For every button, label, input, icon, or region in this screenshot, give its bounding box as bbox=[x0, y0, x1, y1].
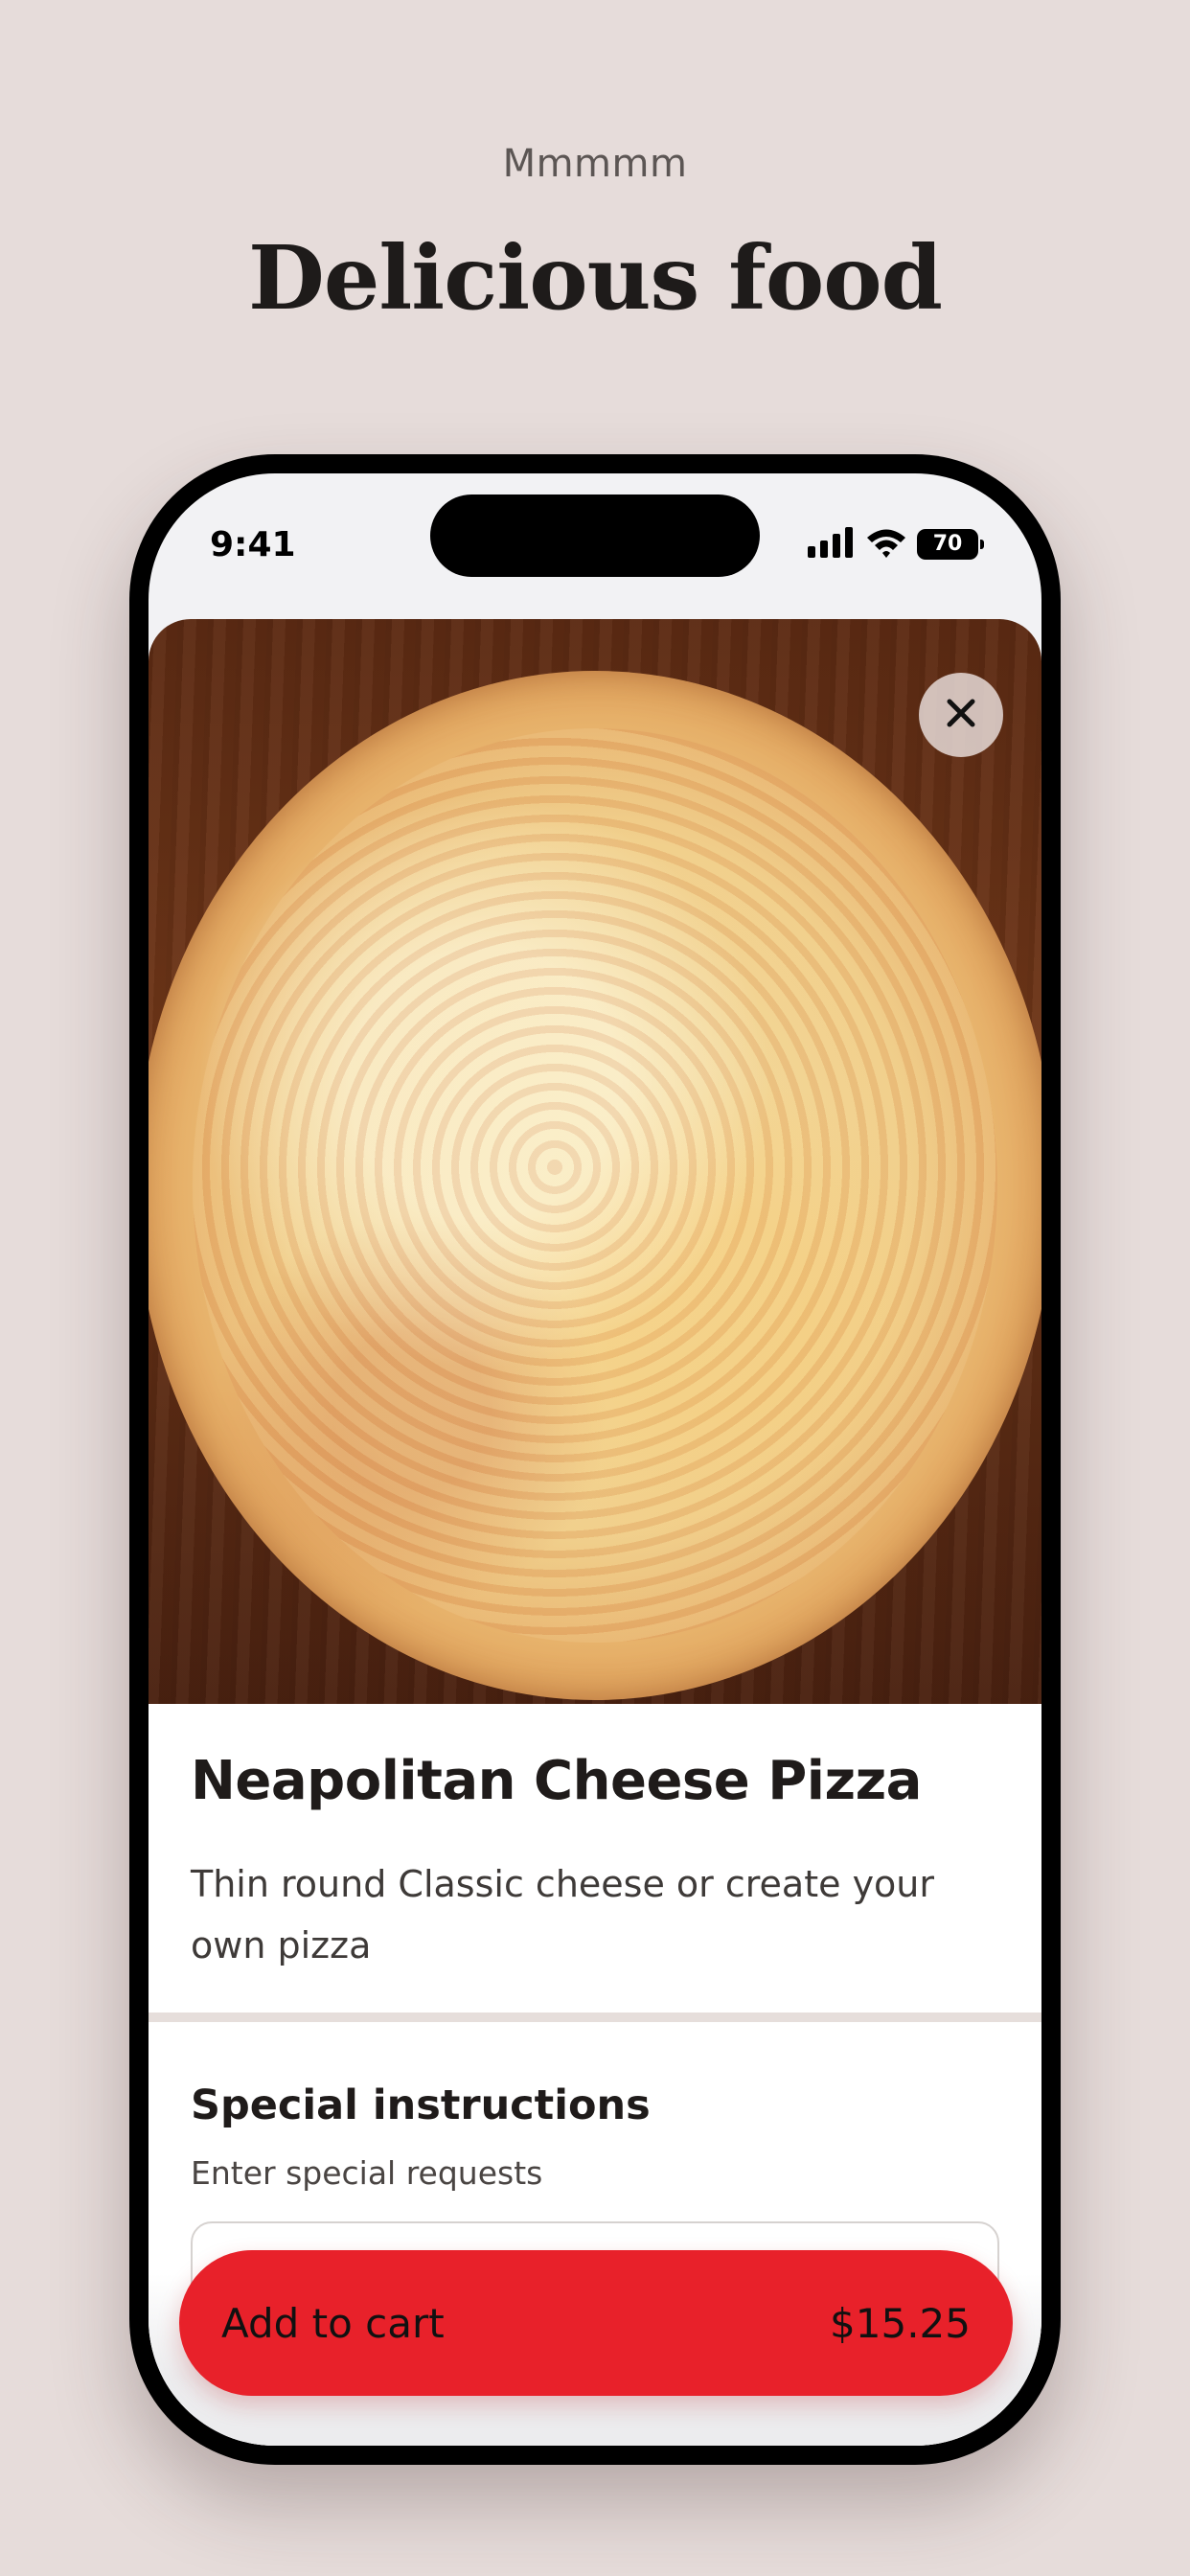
phone-frame: 9:41 70 Neapolitan Cheese Pizza Thin rou… bbox=[129, 454, 1061, 2465]
pizza-photo bbox=[149, 671, 1041, 1700]
status-time: 9:41 bbox=[210, 525, 296, 564]
phone-screen: 9:41 70 Neapolitan Cheese Pizza Thin rou… bbox=[149, 473, 1041, 2446]
add-to-cart-label: Add to cart bbox=[221, 2299, 445, 2347]
special-instructions-title: Special instructions bbox=[191, 2082, 651, 2129]
section-divider bbox=[149, 2012, 1041, 2022]
cellular-signal-icon bbox=[808, 526, 856, 563]
item-sheet: Neapolitan Cheese Pizza Thin round Class… bbox=[149, 619, 1041, 2446]
close-button[interactable] bbox=[919, 673, 1003, 757]
add-to-cart-button[interactable]: Add to cart $15.25 bbox=[179, 2250, 1013, 2396]
special-instructions-hint: Enter special requests bbox=[191, 2154, 543, 2192]
dynamic-island bbox=[430, 494, 760, 577]
page-headline: Delicious food bbox=[248, 226, 943, 330]
item-description: Thin round Classic cheese or create your… bbox=[191, 1863, 935, 1966]
item-title: Neapolitan Cheese Pizza bbox=[191, 1750, 922, 1812]
cart-price: $15.25 bbox=[830, 2299, 971, 2347]
wifi-icon bbox=[865, 527, 907, 563]
item-image bbox=[149, 619, 1041, 1704]
battery-icon: 70 bbox=[917, 529, 984, 560]
eyebrow-text: Mmmmm bbox=[502, 142, 688, 186]
close-icon bbox=[945, 697, 977, 734]
status-icons: 70 bbox=[808, 525, 984, 564]
